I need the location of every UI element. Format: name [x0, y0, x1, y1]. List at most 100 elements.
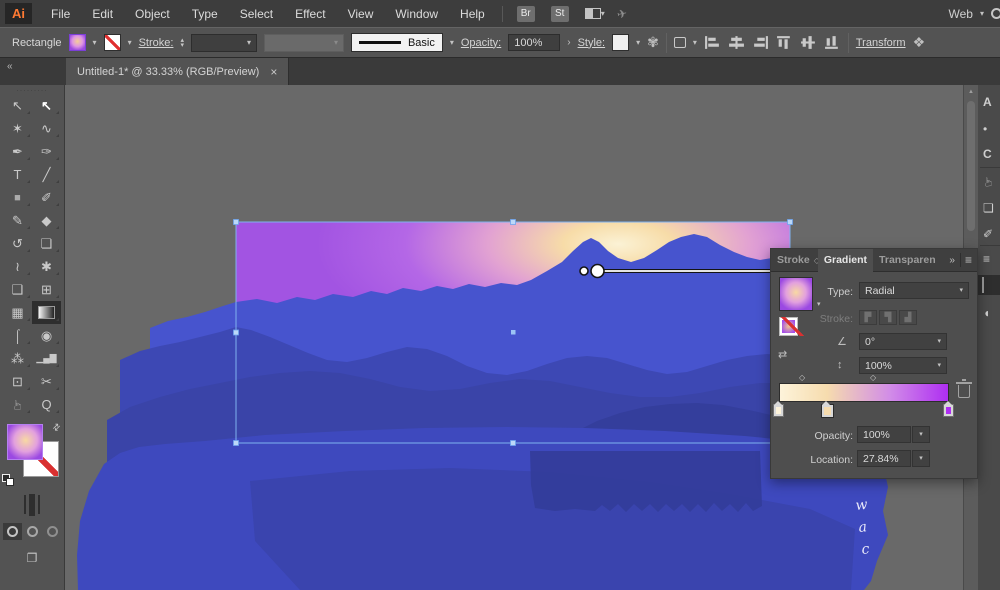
- arrange-documents-icon[interactable]: [584, 8, 601, 19]
- draw-normal-button[interactable]: [2, 523, 22, 540]
- brush-chevron-icon[interactable]: ▾: [450, 38, 454, 47]
- color-mode-button[interactable]: [22, 494, 28, 516]
- stroke-within-button[interactable]: ▛: [859, 310, 877, 325]
- menu-object[interactable]: Object: [124, 7, 181, 21]
- type-tool[interactable]: T: [3, 163, 32, 186]
- workspace-switcher[interactable]: Web: [949, 7, 973, 21]
- scrollbar-thumb[interactable]: [967, 101, 975, 231]
- dock-color-icon[interactable]: A: [983, 95, 992, 109]
- zoom-tool[interactable]: Q: [32, 393, 61, 416]
- gradient-type-dropdown[interactable]: Radial ▾: [859, 282, 969, 299]
- gradient-mode-button[interactable]: [29, 494, 35, 516]
- panel-drag-handle[interactable]: .........: [0, 85, 64, 94]
- slice-tool[interactable]: ✂: [32, 370, 61, 393]
- tab-gradient[interactable]: Gradient: [817, 248, 874, 272]
- fill-color-swatch[interactable]: [68, 34, 86, 51]
- brush-definition-dropdown[interactable]: Basic: [350, 33, 443, 52]
- stroke-chevron-icon[interactable]: ▾: [128, 38, 132, 47]
- menu-file[interactable]: File: [40, 7, 81, 21]
- panel-menu-icon[interactable]: ≡: [963, 253, 977, 267]
- gradient-midpoint-icon[interactable]: ◇: [799, 373, 805, 382]
- shape-chevron-icon[interactable]: ▾: [693, 38, 697, 47]
- style-chevron-icon[interactable]: ▾: [636, 38, 640, 47]
- stop-opacity-chevron[interactable]: ▾: [912, 426, 930, 443]
- tab-stroke[interactable]: Stroke: [771, 249, 816, 272]
- column-graph-tool[interactable]: ▁▄▇: [32, 347, 61, 370]
- shape-builder-tool[interactable]: ❑: [3, 278, 32, 301]
- gradient-stop-3[interactable]: [943, 401, 954, 417]
- perspective-grid-tool[interactable]: ⊞: [32, 278, 61, 301]
- align-vertical-center-icon[interactable]: [800, 35, 817, 50]
- opacity-field[interactable]: 100%: [508, 34, 561, 51]
- paintbrush-tool[interactable]: ✐: [32, 186, 61, 209]
- scale-tool[interactable]: ❏: [32, 232, 61, 255]
- shape-properties-icon[interactable]: [673, 37, 686, 48]
- default-fill-stroke-icon[interactable]: [2, 474, 14, 486]
- change-screen-mode-icon[interactable]: ❐: [0, 551, 64, 565]
- gradient-preset-chevron-icon[interactable]: ▾: [817, 300, 821, 308]
- eyedropper-tool[interactable]: ⌠: [3, 324, 32, 347]
- close-icon[interactable]: ×: [270, 65, 277, 79]
- dock-dot-icon[interactable]: •: [983, 122, 987, 136]
- dock-hand-icon[interactable]: ☞: [981, 177, 995, 188]
- puppet-warp-tool[interactable]: ✱: [32, 255, 61, 278]
- document-tab[interactable]: Untitled-1* @ 33.33% (RGB/Preview) ×: [66, 58, 290, 85]
- dock-libraries-icon[interactable]: C: [983, 147, 992, 161]
- stop-opacity-field[interactable]: 100%: [857, 426, 911, 443]
- direct-selection-tool[interactable]: ↖: [32, 94, 61, 117]
- delete-stop-icon[interactable]: [956, 379, 972, 398]
- stroke-weight-dropdown[interactable]: ▾: [190, 33, 257, 52]
- gradient-tool[interactable]: [32, 301, 61, 324]
- scroll-up-icon[interactable]: ▲: [964, 85, 978, 95]
- menu-edit[interactable]: Edit: [81, 7, 124, 21]
- selection-tool[interactable]: ↖: [3, 94, 32, 117]
- align-horizontal-center-icon[interactable]: [728, 35, 745, 50]
- chevron-down-icon[interactable]: ▾: [980, 9, 984, 18]
- pencil-tool[interactable]: ✎: [3, 209, 32, 232]
- width-tool[interactable]: ≀: [3, 255, 32, 278]
- gradient-stop-1[interactable]: [773, 401, 784, 417]
- rotate-tool[interactable]: ↺: [3, 232, 32, 255]
- draw-inside-button[interactable]: [43, 523, 62, 540]
- opacity-label[interactable]: Opacity:: [461, 37, 501, 49]
- swap-fill-stroke-icon[interactable]: ⇄: [51, 421, 64, 434]
- mesh-tool[interactable]: ▦: [3, 301, 32, 324]
- stroke-weight-stepper[interactable]: ▴ ▾: [180, 37, 184, 49]
- stock-button[interactable]: St: [550, 5, 569, 22]
- aspect-ratio-field[interactable]: 100% ▾: [859, 357, 947, 374]
- blend-tool[interactable]: ◉: [32, 324, 61, 347]
- chevron-down-icon[interactable]: ▾: [601, 9, 605, 18]
- dock-brush-icon[interactable]: ✐: [983, 227, 993, 241]
- search-icon[interactable]: [991, 8, 1000, 19]
- fill-indicator[interactable]: [7, 424, 43, 460]
- gradient-stroke-thumbnail[interactable]: [779, 317, 805, 336]
- align-bottom-icon[interactable]: [824, 35, 841, 50]
- curvature-tool[interactable]: ✑: [32, 140, 61, 163]
- gradient-angle-field[interactable]: 0° ▾: [859, 333, 947, 350]
- align-top-icon[interactable]: [776, 35, 793, 50]
- stroke-along-button[interactable]: ▜: [879, 310, 897, 325]
- symbol-sprayer-tool[interactable]: ⁂: [3, 347, 32, 370]
- menu-window[interactable]: Window: [384, 7, 449, 21]
- gradient-midpoint-icon[interactable]: ◇: [870, 373, 876, 382]
- menu-type[interactable]: Type: [181, 7, 229, 21]
- dock-export-icon[interactable]: ❏: [983, 201, 994, 215]
- gradient-slider[interactable]: [779, 383, 949, 402]
- tab-overflow-icon[interactable]: »: [946, 255, 958, 266]
- rectangle-tool[interactable]: ■: [3, 186, 32, 209]
- dock-stroke-icon[interactable]: ≡: [983, 252, 990, 266]
- tab-transparency[interactable]: Transparen: [873, 249, 942, 272]
- reverse-gradient-icon[interactable]: ⇄: [778, 348, 787, 361]
- opacity-arrow-icon[interactable]: ›: [567, 37, 570, 48]
- pen-tool[interactable]: ✒: [3, 140, 32, 163]
- artboard-tool[interactable]: ⊡: [3, 370, 32, 393]
- lasso-tool[interactable]: ∿: [32, 117, 61, 140]
- dock-transparency-icon[interactable]: ◖: [983, 306, 990, 320]
- style-label[interactable]: Style:: [578, 37, 606, 49]
- recolor-artwork-icon[interactable]: ✾: [647, 34, 659, 51]
- style-swatch[interactable]: [612, 34, 630, 51]
- hand-tool[interactable]: ☞: [3, 393, 32, 416]
- draw-behind-button[interactable]: [23, 523, 42, 540]
- gradient-stop-2-selected[interactable]: [821, 401, 834, 418]
- bridge-button[interactable]: Br: [516, 5, 535, 22]
